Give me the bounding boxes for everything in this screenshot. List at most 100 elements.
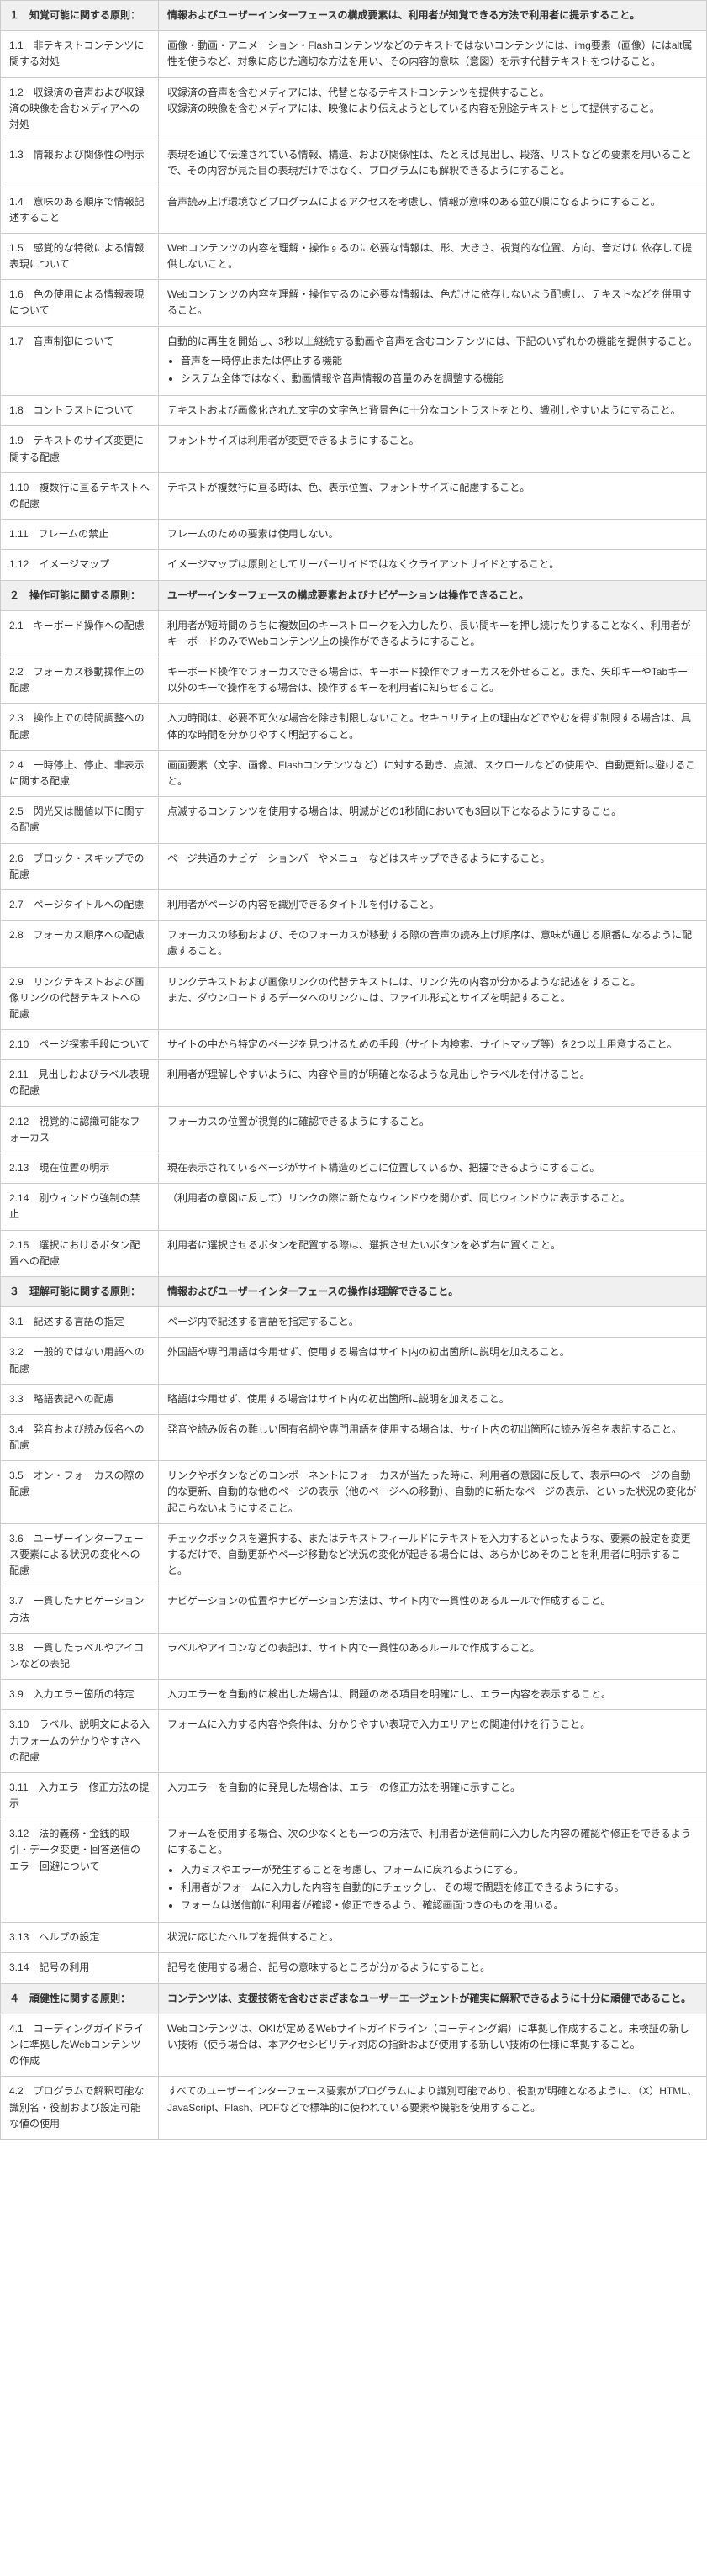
- guideline-description: リンクやボタンなどのコンポーネントにフォーカスが当たった時に、利用者の意図に反し…: [159, 1461, 707, 1524]
- guideline-description: 音声読み上げ環境などプログラムによるアクセスを考慮し、情報が意味のある並び順にな…: [159, 187, 707, 233]
- guideline-bullet-list: 入力ミスやエラーが発生することを考慮し、フォームに戻れるようにする。利用者がフォ…: [167, 1862, 698, 1914]
- guideline-description: 情報およびユーザーインターフェースの操作は理解できること。: [159, 1276, 707, 1306]
- guideline-id: 3.2 一般的ではない用語への配慮: [1, 1338, 159, 1384]
- guideline-bullet-item: 音声を一時停止または停止する機能: [181, 353, 698, 369]
- guideline-id: 3.7 一貫したナビゲーション方法: [1, 1586, 159, 1633]
- guideline-id: 1.7 音声制御について: [1, 326, 159, 396]
- guideline-id: 2.6 ブロック・スキップでの配慮: [1, 843, 159, 889]
- guideline-bullet-item: フォームは送信前に利用者が確認・修正できるよう、確認画面つきのものを用いる。: [181, 1898, 698, 1914]
- guideline-row: 3.14 記号の利用記号を使用する場合、記号の意味するところが分かるようにするこ…: [1, 1953, 707, 1983]
- guideline-description: フォームに入力する内容や条件は、分かりやすい表現で入力エリアとの関連付けを行うこ…: [159, 1710, 707, 1773]
- guideline-row: 2.9 リンクテキストおよび画像リンクの代替テキストへの配慮リンクテキストおよび…: [1, 967, 707, 1030]
- guideline-id: 3.8 一貫したラベルやアイコンなどの表記: [1, 1633, 159, 1679]
- guideline-id: 3.12 法的義務・金銭的取引・データ変更・回答送信のエラー回避について: [1, 1819, 159, 1923]
- guideline-description: 表現を通じて伝達されている情報、構造、および関係性は、たとえば見出し、段落、リス…: [159, 140, 707, 187]
- guideline-description: コンテンツは、支援技術を含むさまざまなユーザーエージェントが確実に解釈できるよう…: [159, 1983, 707, 2014]
- guideline-description: フォーカスの位置が視覚的に確認できるようにすること。: [159, 1106, 707, 1153]
- guideline-id: 2.7 ページタイトルへの配慮: [1, 889, 159, 920]
- guideline-description: 記号を使用する場合、記号の意味するところが分かるようにすること。: [159, 1953, 707, 1983]
- guideline-row: 1.5 感覚的な特徴による情報表現についてWebコンテンツの内容を理解・操作する…: [1, 233, 707, 279]
- guideline-row: 1.10 複数行に亘るテキストへの配慮テキストが複数行に亘る時は、色、表示位置、…: [1, 472, 707, 519]
- guideline-id: 1.11 フレームの禁止: [1, 520, 159, 550]
- guideline-description: リンクテキストおよび画像リンクの代替テキストには、リンク先の内容が分かるような記…: [159, 967, 707, 1030]
- guideline-description: 入力エラーを自動的に発見した場合は、エラーの修正方法を明確に示すこと。: [159, 1772, 707, 1819]
- guideline-row: 2.6 ブロック・スキップでの配慮ページ共通のナビゲーションバーやメニューなどは…: [1, 843, 707, 889]
- guideline-id: ２ 操作可能に関する原則：: [1, 580, 159, 610]
- guideline-description: ナビゲーションの位置やナビゲーション方法は、サイト内で一貫性のあるルールで作成す…: [159, 1586, 707, 1633]
- guideline-description: 自動的に再生を開始し、3秒以上継続する動画や音声を含むコンテンツには、下記のいず…: [159, 326, 707, 396]
- guideline-id: 1.8 コントラストについて: [1, 396, 159, 426]
- guideline-id: 2.14 別ウィンドウ強制の禁止: [1, 1184, 159, 1230]
- guideline-description: 画像・動画・アニメーション・Flashコンテンツなどのテキストではないコンテンツ…: [159, 31, 707, 77]
- guideline-description: ページ共通のナビゲーションバーやメニューなどはスキップできるようにすること。: [159, 843, 707, 889]
- guideline-row: 2.10 ページ探索手段についてサイトの中から特定のページを見つけるための手段（…: [1, 1030, 707, 1060]
- guideline-id: 2.12 視覚的に認識可能なフォーカス: [1, 1106, 159, 1153]
- guideline-description: 外国語や専門用語は今用せず、使用する場合はサイト内の初出箇所に説明を加えること。: [159, 1338, 707, 1384]
- guideline-description: 利用者がページの内容を識別できるタイトルを付けること。: [159, 889, 707, 920]
- guideline-description: フォームを使用する場合、次の少なくとも一つの方法で、利用者が送信前に入力した内容…: [159, 1819, 707, 1923]
- guideline-description: 情報およびユーザーインターフェースの構成要素は、利用者が知覚できる方法で利用者に…: [159, 1, 707, 31]
- guideline-row: 2.1 キーボード操作への配慮利用者が短時間のうちに複数回のキーストロークを入力…: [1, 610, 707, 657]
- guideline-description: フォーカスの移動および、そのフォーカスが移動する際の音声の読み上げ順序は、意味が…: [159, 921, 707, 967]
- guideline-row: 3.6 ユーザーインターフェース要素による状況の変化への配慮チェックボックスを選…: [1, 1523, 707, 1586]
- guideline-id: 1.2 収録済の音声および収録済の映像を含むメディアへの対処: [1, 77, 159, 140]
- guideline-description: サイトの中から特定のページを見つけるための手段（サイト内検索、サイトマップ等）を…: [159, 1030, 707, 1060]
- guideline-row: 2.13 現在位置の明示現在表示されているページがサイト構造のどこに位置している…: [1, 1153, 707, 1184]
- guideline-id: 3.9 入力エラー箇所の特定: [1, 1680, 159, 1710]
- guideline-row: 2.8 フォーカス順序への配慮フォーカスの移動および、そのフォーカスが移動する際…: [1, 921, 707, 967]
- guideline-lead-text: 自動的に再生を開始し、3秒以上継続する動画や音声を含むコンテンツには、下記のいず…: [167, 334, 698, 350]
- guideline-description: ラベルやアイコンなどの表記は、サイト内で一貫性のあるルールで作成すること。: [159, 1633, 707, 1679]
- guideline-id: 1.5 感覚的な特徴による情報表現について: [1, 233, 159, 279]
- guideline-bullet-item: システム全体ではなく、動画情報や音声情報の音量のみを調整する機能: [181, 371, 698, 387]
- guideline-description: 状況に応じたヘルプを提供すること。: [159, 1923, 707, 1953]
- guideline-description: （利用者の意図に反して）リンクの際に新たなウィンドウを開かず、同じウィンドウに表…: [159, 1184, 707, 1230]
- guideline-id: 1.9 テキストのサイズ変更に関する配慮: [1, 426, 159, 472]
- section-header-row: ４ 頑健性に関する原則：コンテンツは、支援技術を含むさまざまなユーザーエージェン…: [1, 1983, 707, 2014]
- guideline-row: 2.2 フォーカス移動操作上の配慮キーボード操作でフォーカスできる場合は、キーボ…: [1, 657, 707, 704]
- guideline-row: 1.8 コントラストについてテキストおよび画像化された文字の文字色と背景色に十分…: [1, 396, 707, 426]
- guideline-description: フォントサイズは利用者が変更できるようにすること。: [159, 426, 707, 472]
- guideline-description: Webコンテンツの内容を理解・操作するのに必要な情報は、形、大きさ、視覚的な位置…: [159, 233, 707, 279]
- guideline-description: 利用者に選択させるボタンを配置する際は、選択させたいボタンを必ず右に置くこと。: [159, 1230, 707, 1276]
- guideline-row: 2.7 ページタイトルへの配慮利用者がページの内容を識別できるタイトルを付けるこ…: [1, 889, 707, 920]
- guideline-id: 3.10 ラベル、説明文による入力フォームの分かりやすさへの配慮: [1, 1710, 159, 1773]
- guideline-description: チェックボックスを選択する、またはテキストフィールドにテキストを入力するといった…: [159, 1523, 707, 1586]
- guideline-row: 1.11 フレームの禁止フレームのための要素は使用しない。: [1, 520, 707, 550]
- guideline-row: 4.1 コーディングガイドラインに準拠したWebコンテンツの作成Webコンテンツ…: [1, 2014, 707, 2077]
- guideline-row: 1.3 情報および関係性の明示表現を通じて伝達されている情報、構造、および関係性…: [1, 140, 707, 187]
- guideline-id: 2.3 操作上での時間調整への配慮: [1, 704, 159, 750]
- guideline-description: 画面要素（文字、画像、Flashコンテンツなど）に対する動き、点滅、スクロールな…: [159, 750, 707, 796]
- guideline-id: 2.8 フォーカス順序への配慮: [1, 921, 159, 967]
- guideline-description: すべてのユーザーインターフェース要素がプログラムにより識別可能であり、役割が明確…: [159, 2077, 707, 2140]
- guideline-id: 3.4 発音および読み仮名への配慮: [1, 1414, 159, 1460]
- guideline-row: 1.1 非テキストコンテンツに関する対処画像・動画・アニメーション・Flashコ…: [1, 31, 707, 77]
- guideline-row: 2.5 閃光又は閾値以下に関する配慮点滅するコンテンツを使用する場合は、明滅がど…: [1, 797, 707, 843]
- guideline-id: 3.13 ヘルプの設定: [1, 1923, 159, 1953]
- guideline-id: 2.13 現在位置の明示: [1, 1153, 159, 1184]
- guideline-id: 1.12 イメージマップ: [1, 550, 159, 580]
- guideline-row: 2.15 選択におけるボタン配置への配慮利用者に選択させるボタンを配置する際は、…: [1, 1230, 707, 1276]
- guideline-description: 点滅するコンテンツを使用する場合は、明滅がどの1秒間においても3回以下となるよう…: [159, 797, 707, 843]
- guideline-id: 2.2 フォーカス移動操作上の配慮: [1, 657, 159, 704]
- guideline-description: イメージマップは原則としてサーバーサイドではなくクライアントサイドとすること。: [159, 550, 707, 580]
- guideline-row: 1.9 テキストのサイズ変更に関する配慮フォントサイズは利用者が変更できるように…: [1, 426, 707, 472]
- guideline-row: 3.13 ヘルプの設定状況に応じたヘルプを提供すること。: [1, 1923, 707, 1953]
- guideline-row: 2.4 一時停止、停止、非表示に関する配慮画面要素（文字、画像、Flashコンテ…: [1, 750, 707, 796]
- guideline-row: 3.10 ラベル、説明文による入力フォームの分かりやすさへの配慮フォームに入力す…: [1, 1710, 707, 1773]
- guideline-id: ４ 頑健性に関する原則：: [1, 1983, 159, 2014]
- guideline-description: ページ内で記述する言語を指定すること。: [159, 1307, 707, 1338]
- guideline-description: 発音や読み仮名の難しい固有名詞や専門用語を使用する場合は、サイト内の初出箇所に読…: [159, 1414, 707, 1460]
- guideline-row: 3.9 入力エラー箇所の特定入力エラーを自動的に検出した場合は、問題のある項目を…: [1, 1680, 707, 1710]
- guideline-row: 3.12 法的義務・金銭的取引・データ変更・回答送信のエラー回避についてフォーム…: [1, 1819, 707, 1923]
- guideline-id: 3.6 ユーザーインターフェース要素による状況の変化への配慮: [1, 1523, 159, 1586]
- guideline-row: 1.4 意味のある順序で情報記述すること音声読み上げ環境などプログラムによるアク…: [1, 187, 707, 233]
- guideline-row: 2.14 別ウィンドウ強制の禁止（利用者の意図に反して）リンクの際に新たなウィン…: [1, 1184, 707, 1230]
- guideline-id: 3.3 略語表記への配慮: [1, 1384, 159, 1414]
- guideline-id: 3.11 入力エラー修正方法の提示: [1, 1772, 159, 1819]
- guideline-id: 4.1 コーディングガイドラインに準拠したWebコンテンツの作成: [1, 2014, 159, 2077]
- guideline-description: 収録済の音声を含むメディアには、代替となるテキストコンテンツを提供すること。収録…: [159, 77, 707, 140]
- guideline-row: 2.3 操作上での時間調整への配慮入力時間は、必要不可欠な場合を除き制限しないこ…: [1, 704, 707, 750]
- guideline-row: 3.1 記述する言語の指定ページ内で記述する言語を指定すること。: [1, 1307, 707, 1338]
- guideline-id: 2.9 リンクテキストおよび画像リンクの代替テキストへの配慮: [1, 967, 159, 1030]
- guideline-id: 2.4 一時停止、停止、非表示に関する配慮: [1, 750, 159, 796]
